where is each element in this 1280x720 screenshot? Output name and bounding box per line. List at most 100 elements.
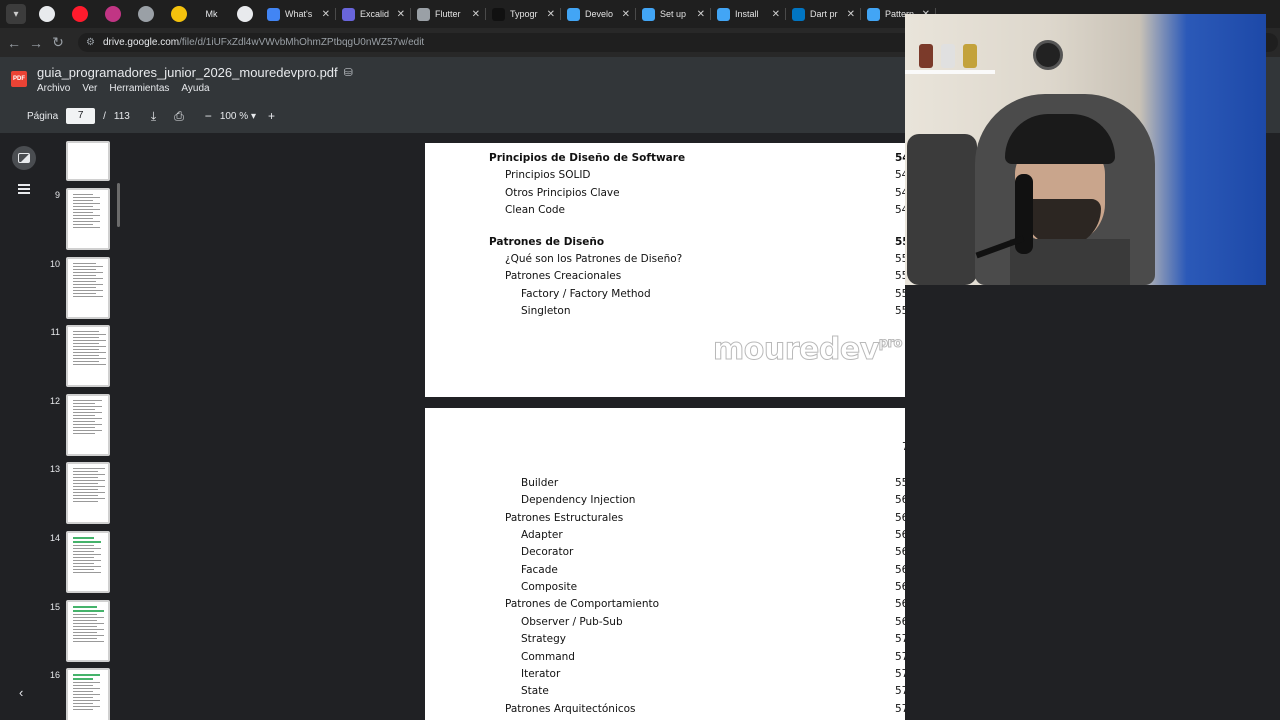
thumbnail-page[interactable]: 10	[48, 256, 124, 321]
forward-button[interactable]: →	[25, 35, 47, 51]
toc-entry[interactable]: Patrones de Comportamiento 56	[425, 596, 905, 613]
thumbnail-page[interactable]: 9	[48, 188, 124, 252]
page-thumbnails-panel[interactable]: 9 10 11 12 13 14 15 16	[48, 133, 124, 720]
menu-item[interactable]: Herramientas	[109, 83, 169, 94]
tab-title: Install	[735, 9, 759, 19]
zoom-level-dropdown[interactable]: 100 % ▾	[220, 111, 256, 122]
browser-tab[interactable]: Set up ✕	[636, 0, 711, 28]
toc-entry[interactable]: Composite 56	[425, 579, 905, 596]
reload-button[interactable]: ↻	[47, 34, 69, 51]
drive-shortcut-icon[interactable]: ⛁	[344, 66, 353, 79]
thumbnail-page[interactable]: 15	[48, 599, 124, 664]
thumbnail-image	[66, 325, 110, 388]
toc-entry[interactable]: Builder 55	[425, 475, 905, 492]
toc-entry[interactable]: Clean Code 54	[425, 202, 905, 219]
close-tab-icon[interactable]: ✕	[322, 9, 330, 20]
menu-item[interactable]: Ayuda	[181, 83, 209, 94]
webcam-overlay	[905, 14, 1266, 285]
download-icon[interactable]: ⤓	[151, 109, 156, 124]
close-tab-icon[interactable]: ✕	[472, 9, 480, 20]
toc-entry[interactable]: Patrones Creacionales 55	[425, 268, 905, 285]
menu-bar: Archivo Ver Herramientas Ayuda	[37, 83, 210, 94]
browser-tab[interactable]: Dart pr ✕	[786, 0, 861, 28]
toc-entry[interactable]: Factory / Factory Method 55	[425, 286, 905, 303]
toc-entry[interactable]: Strategy 57	[425, 631, 905, 648]
toc-entry-title: State	[521, 685, 549, 698]
thumbnail-number: 12	[49, 395, 60, 406]
thumbnail-page[interactable]: 16	[48, 668, 124, 720]
pinned-tab[interactable]	[228, 0, 261, 28]
collapse-panel-icon[interactable]: ‹	[19, 685, 23, 700]
tab-search-menu-button[interactable]: ▾	[6, 4, 26, 24]
toc-entry-page: 54	[895, 204, 905, 217]
site-info-icon[interactable]: ⚙	[86, 37, 95, 48]
browser-tab[interactable]: Typogr ✕	[486, 0, 561, 28]
instagram-icon	[104, 6, 121, 22]
toc-entry[interactable]: Principios de Diseño de Software 54	[425, 150, 905, 167]
toc-entry-page: 54	[895, 186, 905, 199]
toc-entry-title: Iterator	[521, 667, 561, 680]
toc-entry-title: Principios SOLID	[505, 169, 591, 182]
thumbnail-scrollbar[interactable]	[117, 183, 120, 227]
outline-list-icon[interactable]	[18, 184, 30, 196]
pinned-tab[interactable]	[129, 0, 162, 28]
pinned-tab[interactable]	[63, 0, 96, 28]
toc-entry[interactable]: Facade 56	[425, 562, 905, 579]
close-tab-icon[interactable]: ✕	[622, 9, 630, 20]
tab-title: Flutter	[435, 9, 461, 19]
back-button[interactable]: ←	[3, 35, 25, 51]
zoom-in-button[interactable]: +	[268, 109, 275, 123]
toc-entry-page: 55	[895, 253, 905, 265]
shelf-figure	[919, 44, 933, 68]
bing-icon	[236, 6, 253, 22]
browser-tab[interactable]: Install ✕	[711, 0, 786, 28]
thumbnail-page[interactable]: 12	[48, 393, 124, 458]
pinned-tab[interactable]	[30, 0, 63, 28]
close-tab-icon[interactable]: ✕	[697, 9, 705, 20]
toc-entry[interactable]: State 57	[425, 683, 905, 700]
print-icon[interactable]: ⎙	[174, 109, 184, 124]
browser-tab[interactable]: What's ✕	[261, 0, 336, 28]
browser-tab[interactable]: Excalid ✕	[336, 0, 411, 28]
toc-entry[interactable]: Patrones Arquitectónicos 57	[425, 701, 905, 718]
close-tab-icon[interactable]: ✕	[547, 9, 555, 20]
pinned-tab[interactable]	[162, 0, 195, 28]
toc-entry[interactable]: ¿Qué son los Patrones de Diseño? 55	[425, 251, 905, 268]
toc-entry-title: Builder	[521, 477, 559, 489]
pdf-document-viewer[interactable]: mouredevpro Principios de Diseño de Soft…	[124, 133, 905, 720]
pinned-tab[interactable]: Mk	[195, 0, 228, 28]
page-number-input[interactable]: 7	[66, 108, 96, 124]
menu-item[interactable]: Ver	[82, 83, 97, 94]
toc-entry[interactable]: Decorator 56	[425, 544, 905, 561]
close-tab-icon[interactable]: ✕	[397, 9, 405, 20]
toc-entry[interactable]: Dependency Injection 56	[425, 492, 905, 509]
browser-tab[interactable]: Flutter ✕	[411, 0, 486, 28]
toc-entry[interactable]: Singleton 55	[425, 303, 905, 320]
toc-entry[interactable]: Command 57	[425, 649, 905, 666]
thumbnail-page[interactable]: 11	[48, 325, 124, 389]
toc-entry-page: 55	[895, 270, 905, 283]
browser-tab[interactable]: Develo ✕	[561, 0, 636, 28]
pinned-tab[interactable]	[96, 0, 129, 28]
zoom-level: 100 %	[219, 110, 249, 122]
thumbnails-view-button[interactable]	[12, 146, 36, 170]
toc-entry-title: Otros Principios Clave	[505, 186, 620, 199]
toc-entry-page: 55	[895, 477, 905, 489]
close-tab-icon[interactable]: ✕	[772, 9, 780, 20]
wall-shelf	[905, 70, 995, 74]
toc-entry-title: Principios de Diseño de Software	[489, 152, 686, 164]
thumbnail-page[interactable]: 14	[48, 531, 124, 595]
thumbnail-page-8[interactable]	[48, 133, 124, 193]
toc-entry[interactable]: Observer / Pub-Sub 56	[425, 614, 905, 631]
close-tab-icon[interactable]: ✕	[847, 9, 855, 20]
toc-entry[interactable]: Patrones Estructurales 56	[425, 510, 905, 527]
toc-entry[interactable]: Otros Principios Clave 54	[425, 185, 905, 202]
menu-item[interactable]: Archivo	[37, 83, 70, 94]
thumbnail-image	[66, 531, 110, 593]
thumbnail-page[interactable]: 13	[48, 462, 124, 526]
toc-entry[interactable]: Principios SOLID 54	[425, 167, 905, 184]
toc-entry[interactable]: Patrones de Diseño 55	[425, 234, 905, 251]
toc-entry[interactable]: Iterator 57	[425, 666, 905, 683]
toc-entry[interactable]: Adapter 56	[425, 527, 905, 544]
zoom-out-button[interactable]: −	[205, 109, 212, 123]
